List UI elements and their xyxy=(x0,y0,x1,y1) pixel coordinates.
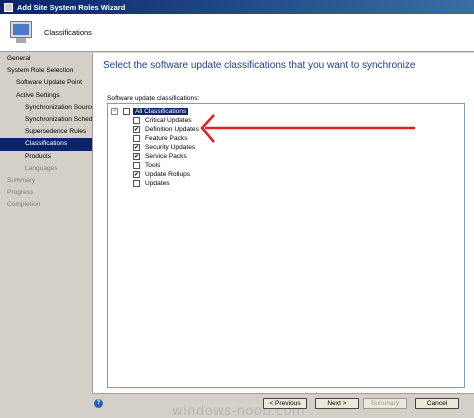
tree-item-label: Tools xyxy=(145,162,161,169)
window-icon xyxy=(4,2,13,12)
checkbox-unchecked-icon[interactable] xyxy=(133,162,140,169)
next-button[interactable]: Next > xyxy=(315,398,359,409)
tree-item[interactable]: ✔ Security Updates xyxy=(133,143,197,152)
tree-item-label: Service Packs xyxy=(145,153,187,160)
checkbox-unchecked-icon[interactable] xyxy=(133,135,140,142)
tree-item-label: Critical Updates xyxy=(145,117,192,124)
cancel-button[interactable]: Cancel xyxy=(415,398,459,409)
tree-item-label: Security Updates xyxy=(145,144,196,151)
previous-button[interactable]: < Previous xyxy=(263,398,307,409)
tree-item[interactable]: ✔ Update Rollups xyxy=(133,170,192,179)
sidebar-item[interactable]: System Role Selection xyxy=(0,65,92,77)
tree-item[interactable]: Critical Updates xyxy=(133,116,194,125)
computer-monitor-icon xyxy=(8,20,34,46)
help-icon[interactable]: ? xyxy=(94,399,103,408)
main-panel: Select the software update classificatio… xyxy=(92,53,474,393)
tree-item-label: Updates xyxy=(145,180,170,187)
checkbox-checked-icon[interactable]: ✔ xyxy=(133,171,140,178)
summary-button[interactable]: Summary xyxy=(363,398,407,409)
checkbox-checked-icon[interactable]: ✔ xyxy=(133,153,140,160)
sidebar-item[interactable]: Supersedence Rules xyxy=(0,126,92,138)
tree-item[interactable]: ✔ Service Packs xyxy=(133,152,189,161)
sidebar-item[interactable]: Synchronization Schedule xyxy=(0,114,92,126)
sidebar-item[interactable]: Synchronization Source xyxy=(0,102,92,114)
sidebar-item[interactable]: Software Update Point xyxy=(0,77,92,89)
checkbox-checked-icon[interactable]: ✔ xyxy=(133,126,140,133)
tree-item[interactable]: Feature Packs xyxy=(133,134,190,143)
classifications-list-label: Software update classifications: xyxy=(107,95,200,102)
sidebar-item[interactable]: Products xyxy=(0,151,92,163)
wizard-header: Classifications xyxy=(0,14,474,52)
wizard-footer: ? windows-noob.com < Previous Next > Sum… xyxy=(92,393,474,418)
sidebar-item[interactable]: Languages xyxy=(0,163,92,175)
sidebar-item[interactable]: Summary xyxy=(0,175,92,187)
checkbox-unchecked-icon[interactable] xyxy=(123,108,130,115)
wizard-steps-sidebar: General System Role Selection Software Upd… xyxy=(0,53,92,418)
sidebar-item[interactable]: Progress xyxy=(0,187,92,199)
title-bar: Add Site System Roles Wizard xyxy=(0,0,474,14)
sidebar-item[interactable]: General xyxy=(0,53,92,65)
page-title: Select the software update classificatio… xyxy=(103,60,416,71)
tree-item-label: Feature Packs xyxy=(145,135,188,142)
tree-item[interactable]: Tools xyxy=(133,161,162,170)
checkbox-unchecked-icon[interactable] xyxy=(133,180,140,187)
collapse-toggle-icon[interactable]: − xyxy=(111,108,118,115)
sidebar-item[interactable]: Completion xyxy=(0,199,92,211)
sidebar-item[interactable]: Active Settings xyxy=(0,90,92,102)
window-title: Add Site System Roles Wizard xyxy=(17,2,126,12)
tree-item-label: Update Rollups xyxy=(145,171,191,178)
tree-item-label: Definition Updates xyxy=(145,126,199,133)
tree-item-label: All Classifications xyxy=(133,108,189,115)
checkbox-checked-icon[interactable]: ✔ xyxy=(133,144,140,151)
tree-item[interactable]: ✔ Definition Updates xyxy=(133,125,201,134)
tree-root-all-classifications[interactable]: All Classifications xyxy=(123,107,189,116)
classifications-tree[interactable]: − All Classifications Critical Updates ✔ De… xyxy=(107,103,465,388)
tree-item[interactable]: Updates xyxy=(133,179,172,188)
sidebar-item[interactable]: Classifications xyxy=(0,138,92,151)
header-title: Classifications xyxy=(44,28,92,37)
checkbox-unchecked-icon[interactable] xyxy=(133,117,140,124)
